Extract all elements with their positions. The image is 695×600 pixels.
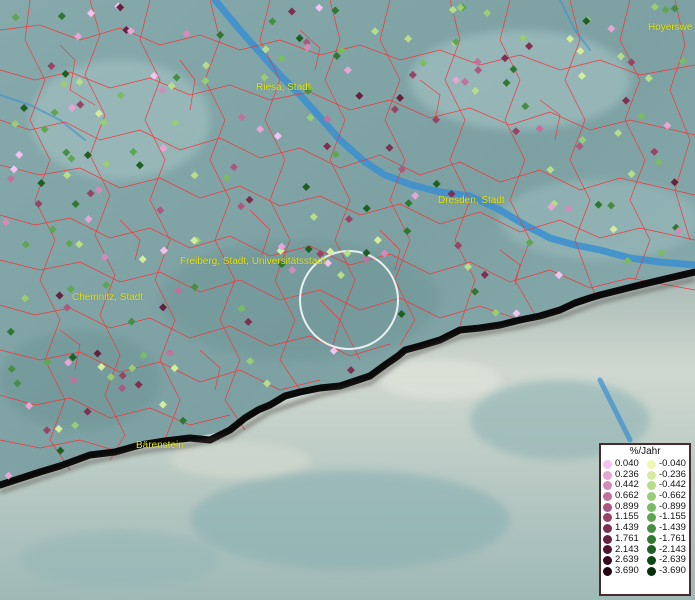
- legend-swatch: [603, 556, 612, 566]
- legend-swatch: [603, 523, 612, 533]
- legend-swatch: [647, 481, 656, 491]
- legend-swatch: [647, 459, 656, 469]
- legend-swatch: [603, 491, 612, 501]
- legend-value: -3.690: [659, 564, 686, 576]
- legend-swatch: [603, 545, 612, 555]
- legend-swatch: [647, 513, 656, 523]
- place-label-riesa: Riesa, Stadt: [256, 82, 311, 93]
- legend-entry-negative: -3.690: [645, 564, 689, 577]
- legend-value: 1.761: [615, 532, 639, 544]
- legend-swatch: [647, 556, 656, 566]
- legend-swatch: [603, 470, 612, 480]
- legend-swatch: [603, 481, 612, 491]
- legend-entry-negative: -1.761: [645, 532, 689, 545]
- legend-swatch: [647, 566, 656, 576]
- legend-value: 3.690: [615, 564, 639, 576]
- place-label-baerenstein: Bärenstein: [136, 440, 184, 451]
- legend-rows: 0.040 -0.040 0.236 -0.236 0.442 -0.442 0.662 -0…: [601, 458, 689, 577]
- legend-entry-positive: 3.690: [601, 564, 645, 577]
- legend-swatch: [647, 502, 656, 512]
- legend-row: 3.690 -3.690: [601, 564, 689, 577]
- place-label-dresden: Dresden, Stadt: [438, 195, 505, 206]
- legend-row: 1.761 -1.761: [601, 532, 689, 545]
- legend-entry-positive: 1.761: [601, 532, 645, 545]
- place-label-chemnitz: Chemnitz, Stadt: [72, 292, 144, 303]
- legend-swatch: [647, 523, 656, 533]
- place-label-hoyerswerda: Hoyerswe: [648, 22, 693, 33]
- legend-swatch: [603, 502, 612, 512]
- legend-swatch: [647, 545, 656, 555]
- legend-swatch: [647, 491, 656, 501]
- legend: %/Jahr 0.040 -0.040 0.236 -0.236 0.442 -0.442…: [599, 443, 691, 596]
- place-label-freiberg: Freiberg, Stadt, Universitätsstadt: [180, 256, 326, 267]
- legend-value: -1.761: [659, 532, 686, 544]
- legend-swatch: [603, 513, 612, 523]
- legend-swatch: [603, 566, 612, 576]
- map-view[interactable]: Riesa, Stadt Hoyerswe Dresden, Stadt Fre…: [0, 0, 695, 600]
- legend-swatch: [603, 534, 612, 544]
- legend-swatch: [647, 470, 656, 480]
- legend-swatch: [603, 459, 612, 469]
- legend-swatch: [647, 534, 656, 544]
